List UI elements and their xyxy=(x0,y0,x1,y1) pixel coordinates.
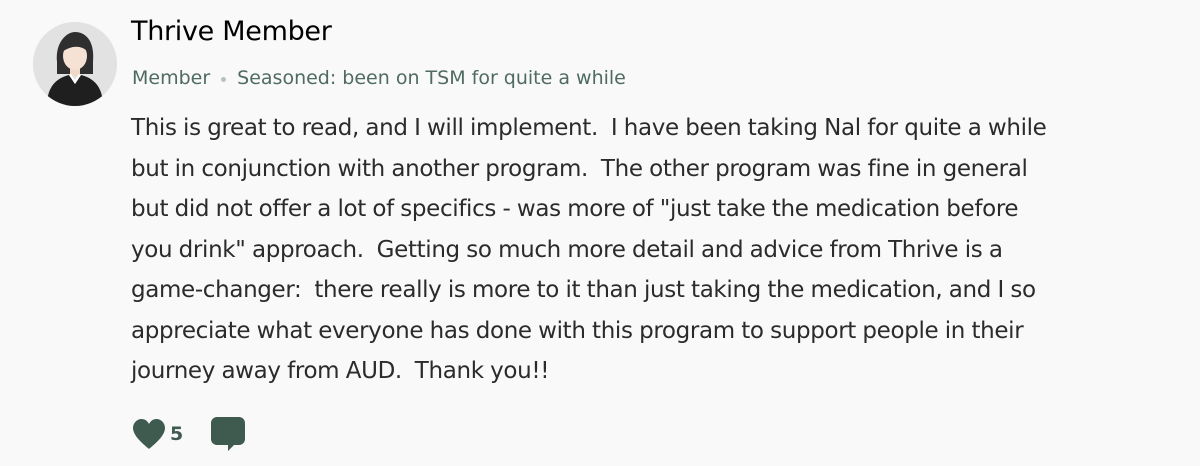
female-user-avatar-icon xyxy=(33,22,117,106)
post-body-line: This is great to read, and I will implem… xyxy=(131,115,1047,141)
user-avatar[interactable] xyxy=(33,22,117,106)
comment-bubble-icon xyxy=(211,417,246,451)
like-button[interactable]: 5 xyxy=(131,418,183,450)
author-tenure-badge: Seasoned: been on TSM for quite a while xyxy=(237,67,626,89)
post-body-line: but did not offer a lot of specifics - w… xyxy=(131,196,1019,222)
post-body-line: journey away from AUD. Thank you!! xyxy=(131,358,550,384)
author-role: Member xyxy=(132,67,211,89)
post-actions: 5 xyxy=(131,416,246,452)
heart-icon xyxy=(133,419,165,449)
post-body-line: but in conjunction with another program.… xyxy=(131,155,1028,182)
like-count: 5 xyxy=(170,423,184,445)
post-body-line: appreciate what everyone has done with t… xyxy=(131,317,1024,344)
author-meta: Member Seasoned: been on TSM for quite a… xyxy=(132,67,626,89)
author-name[interactable]: Thrive Member xyxy=(131,16,332,47)
comment-post: Thrive Member Member Seasoned: been on T… xyxy=(0,0,1200,466)
post-body: This is great to read, and I will implem… xyxy=(131,108,1171,392)
post-body-line: you drink" approach. Getting so much mor… xyxy=(131,236,1003,263)
separator-dot-icon xyxy=(221,76,227,82)
post-body-line: game-changer: there really is more to it… xyxy=(131,277,1036,303)
comment-button[interactable] xyxy=(210,416,246,452)
